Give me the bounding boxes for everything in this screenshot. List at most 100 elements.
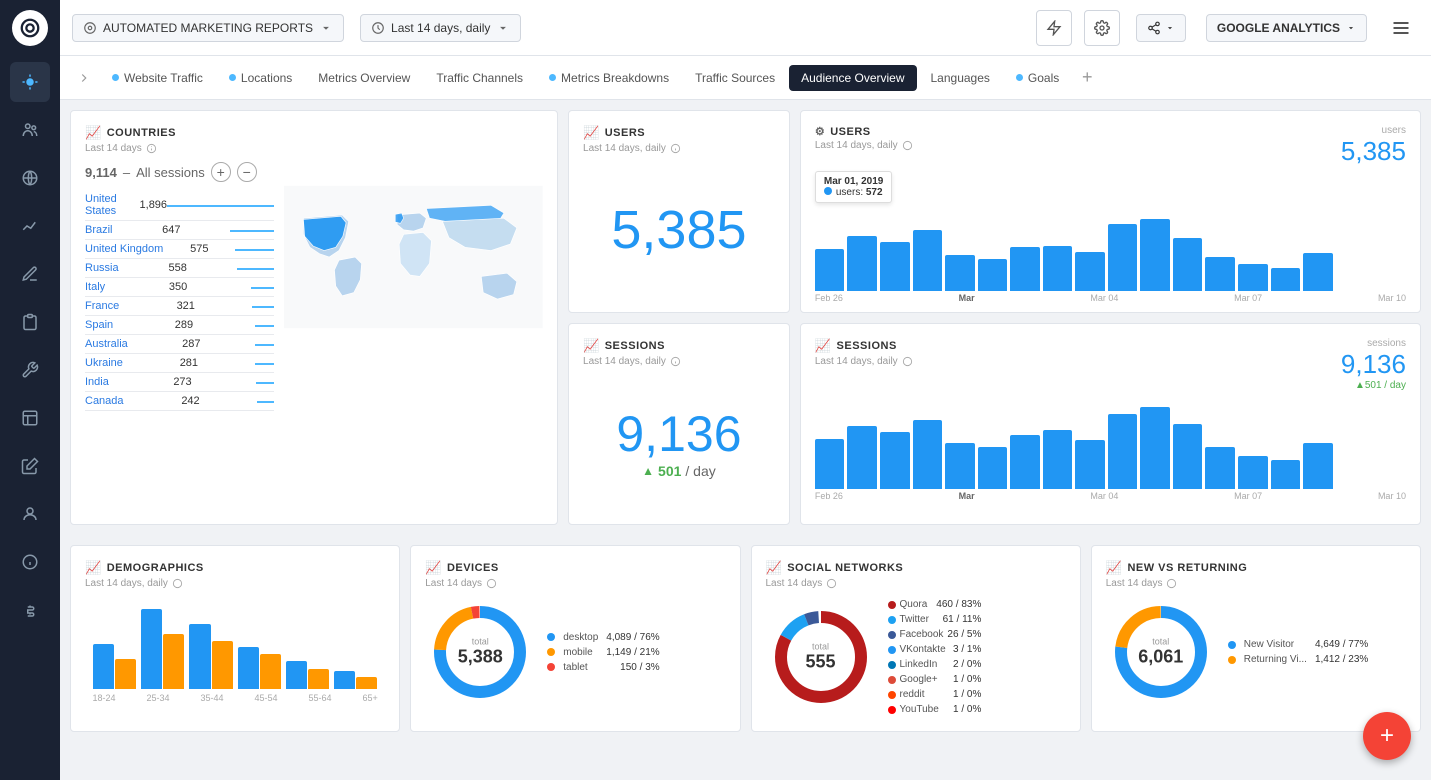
country-name[interactable]: France bbox=[85, 300, 119, 312]
bar[interactable] bbox=[1303, 443, 1333, 489]
bar[interactable] bbox=[913, 230, 943, 291]
bar-blue[interactable] bbox=[334, 671, 355, 689]
bar-blue[interactable] bbox=[238, 647, 259, 689]
bar[interactable] bbox=[1075, 440, 1105, 489]
bar[interactable] bbox=[880, 242, 910, 291]
country-bar bbox=[167, 205, 274, 207]
tab-traffic-channels[interactable]: Traffic Channels bbox=[424, 65, 535, 91]
tab-audience-overview[interactable]: Audience Overview bbox=[789, 65, 916, 91]
flash-btn[interactable] bbox=[1036, 10, 1072, 46]
devices-donut-container: total 5,388 desktop 4,089 / 76% mobile 1… bbox=[425, 597, 725, 707]
tab-label-locations: Locations bbox=[241, 71, 292, 85]
bar[interactable] bbox=[1075, 252, 1105, 291]
bar[interactable] bbox=[1043, 246, 1073, 291]
age-label: 35-44 bbox=[200, 693, 223, 703]
country-name[interactable]: Australia bbox=[85, 338, 128, 350]
social-row: Facebook 26 / 5% bbox=[888, 627, 982, 642]
bar[interactable] bbox=[1205, 257, 1235, 291]
bar[interactable] bbox=[1238, 456, 1268, 489]
tab-metrics-overview[interactable]: Metrics Overview bbox=[306, 65, 422, 91]
bar-blue[interactable] bbox=[189, 624, 210, 689]
countries-add-btn[interactable]: + bbox=[211, 162, 231, 182]
country-name[interactable]: United Kingdom bbox=[85, 243, 163, 255]
menu-btn[interactable] bbox=[1383, 10, 1419, 46]
sidebar-icon-user[interactable] bbox=[10, 494, 50, 534]
sidebar-icon-info[interactable] bbox=[10, 542, 50, 582]
tab-goals[interactable]: Goals bbox=[1004, 65, 1071, 91]
bar[interactable] bbox=[1140, 219, 1170, 291]
bar[interactable] bbox=[1010, 247, 1040, 291]
country-value: 321 bbox=[177, 300, 195, 312]
bar-orange[interactable] bbox=[260, 654, 281, 689]
bar-blue[interactable] bbox=[93, 644, 114, 689]
settings-btn[interactable] bbox=[1084, 10, 1120, 46]
nav-back-btn[interactable] bbox=[70, 64, 98, 92]
nav-add-btn[interactable]: + bbox=[1073, 64, 1101, 92]
bar[interactable] bbox=[1108, 414, 1138, 489]
bar[interactable] bbox=[1140, 407, 1170, 489]
bar[interactable] bbox=[847, 426, 877, 489]
sidebar-icon-bitcoin[interactable] bbox=[10, 590, 50, 630]
country-name[interactable]: Canada bbox=[85, 395, 124, 407]
country-name[interactable]: India bbox=[85, 376, 109, 388]
tab-locations[interactable]: Locations bbox=[217, 65, 304, 91]
country-name[interactable]: Brazil bbox=[85, 224, 113, 236]
logo[interactable] bbox=[12, 10, 48, 46]
bar[interactable] bbox=[978, 259, 1008, 291]
sidebar-icon-users[interactable] bbox=[10, 110, 50, 150]
tab-website-traffic[interactable]: Website Traffic bbox=[100, 65, 215, 91]
bar[interactable] bbox=[1271, 268, 1301, 291]
bar[interactable] bbox=[913, 420, 943, 489]
tab-languages[interactable]: Languages bbox=[919, 65, 1002, 91]
sidebar-icon-chart[interactable] bbox=[10, 206, 50, 246]
sidebar-icon-building[interactable] bbox=[10, 398, 50, 438]
bar-orange[interactable] bbox=[308, 669, 329, 689]
country-value: 350 bbox=[169, 281, 187, 293]
bar[interactable] bbox=[1173, 238, 1203, 291]
share-btn[interactable] bbox=[1136, 14, 1186, 42]
date-selector[interactable]: Last 14 days, daily bbox=[360, 14, 521, 42]
bar[interactable] bbox=[880, 432, 910, 489]
country-name[interactable]: United States bbox=[85, 193, 140, 217]
bar[interactable] bbox=[1043, 430, 1073, 489]
report-selector[interactable]: AUTOMATED MARKETING REPORTS bbox=[72, 14, 344, 42]
bar-blue[interactable] bbox=[141, 609, 162, 689]
tab-label-website-traffic: Website Traffic bbox=[124, 71, 203, 85]
bar[interactable] bbox=[978, 447, 1008, 489]
bar-orange[interactable] bbox=[212, 641, 233, 689]
sidebar-icon-tools[interactable] bbox=[10, 350, 50, 390]
legend-values: 1,412 / 23% bbox=[1315, 654, 1368, 665]
bar-orange[interactable] bbox=[115, 659, 136, 689]
sidebar-icon-globe[interactable] bbox=[10, 158, 50, 198]
tab-traffic-sources[interactable]: Traffic Sources bbox=[683, 65, 787, 91]
country-name[interactable]: Italy bbox=[85, 281, 105, 293]
bar[interactable] bbox=[945, 443, 975, 489]
bar-orange[interactable] bbox=[356, 677, 377, 689]
ga-selector[interactable]: GOOGLE ANALYTICS bbox=[1206, 14, 1367, 42]
legend-label: Returning Vi... bbox=[1244, 654, 1307, 665]
bar[interactable] bbox=[1108, 224, 1138, 291]
bar[interactable] bbox=[1303, 253, 1333, 291]
tab-metrics-breakdowns[interactable]: Metrics Breakdowns bbox=[537, 65, 681, 91]
bar[interactable] bbox=[1010, 435, 1040, 489]
bar[interactable] bbox=[815, 439, 845, 489]
country-name[interactable]: Spain bbox=[85, 319, 113, 331]
bar-orange[interactable] bbox=[163, 634, 184, 689]
bar[interactable] bbox=[847, 236, 877, 291]
bar[interactable] bbox=[1205, 447, 1235, 489]
country-name[interactable]: Russia bbox=[85, 262, 119, 274]
country-name[interactable]: Ukraine bbox=[85, 357, 123, 369]
sidebar-icon-edit[interactable] bbox=[10, 254, 50, 294]
bar[interactable] bbox=[1238, 264, 1268, 291]
sidebar-icon-home[interactable] bbox=[10, 62, 50, 102]
bar[interactable] bbox=[1271, 460, 1301, 489]
bar[interactable] bbox=[815, 249, 845, 291]
bar-blue[interactable] bbox=[286, 661, 307, 689]
fab-add-btn[interactable]: + bbox=[1363, 712, 1411, 760]
bar[interactable] bbox=[1173, 424, 1203, 489]
countries-minus-btn[interactable]: − bbox=[237, 162, 257, 182]
social-list: Quora 460 / 83% Twitter 61 / 11% Faceboo… bbox=[888, 597, 982, 717]
sidebar-icon-pen[interactable] bbox=[10, 446, 50, 486]
sidebar-icon-clipboard[interactable] bbox=[10, 302, 50, 342]
bar[interactable] bbox=[945, 255, 975, 291]
